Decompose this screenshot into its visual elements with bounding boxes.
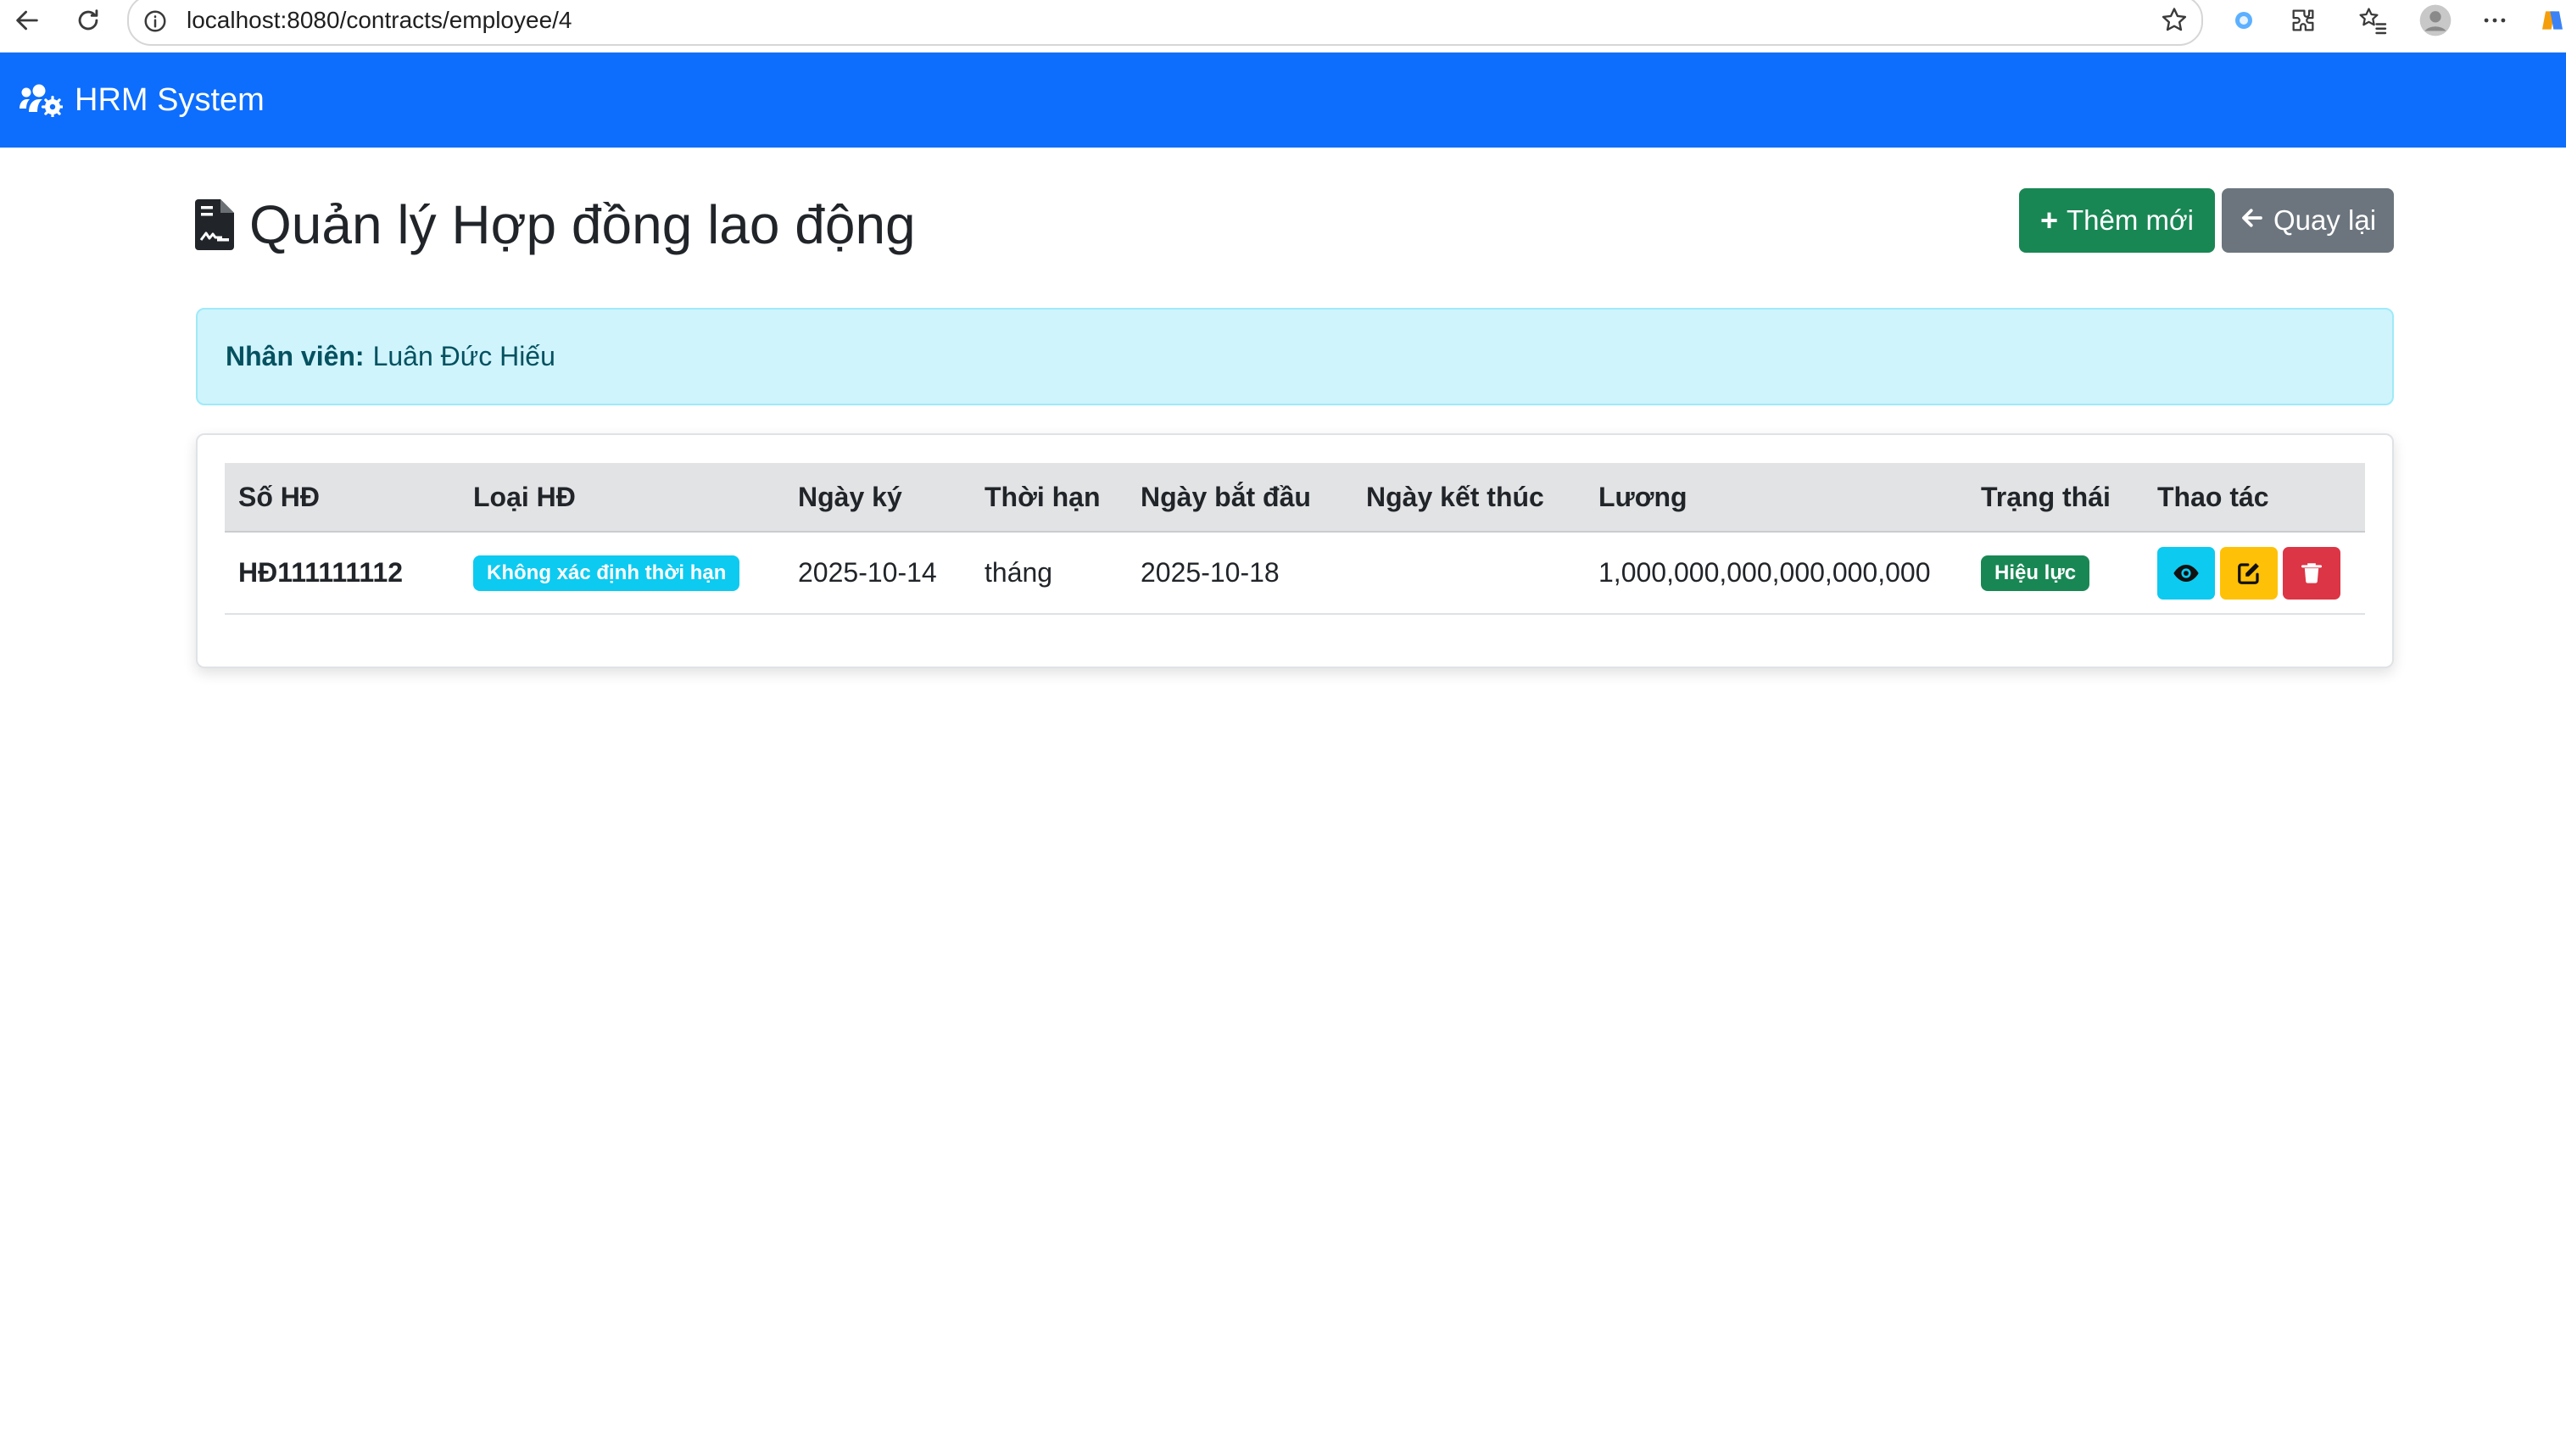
edit-button[interactable] xyxy=(2220,546,2278,600)
col-header-ngay-ket-thuc: Ngày kết thúc xyxy=(1353,463,1585,533)
cell-ngay-ket-thuc xyxy=(1353,532,1585,615)
cell-luong: 1,000,000,000,000,000,000 xyxy=(1585,532,1967,615)
add-contract-button[interactable]: + Thêm mới xyxy=(2019,188,2215,253)
favorites-icon[interactable] xyxy=(2354,0,2391,41)
employee-alert: Nhân viên: Luân Đức Hiếu xyxy=(196,308,2394,405)
cell-loai-hd: Không xác định thời hạn xyxy=(460,532,784,615)
col-header-loai-hd: Loại HĐ xyxy=(460,463,784,533)
address-bar[interactable]: localhost:8080/contracts/employee/4 xyxy=(127,0,2203,46)
reload-icon[interactable] xyxy=(70,0,107,41)
col-header-thao-tac: Thao tác xyxy=(2144,463,2365,533)
table-header-row: Số HĐ Loại HĐ Ngày ký Thời hạn Ngày bắt … xyxy=(225,463,2365,533)
contracts-card: Số HĐ Loại HĐ Ngày ký Thời hạn Ngày bắt … xyxy=(196,433,2394,668)
copilot-icon[interactable] xyxy=(2539,0,2566,41)
col-header-trang-thai: Trạng thái xyxy=(1967,463,2144,533)
employee-label: Nhân viên: xyxy=(226,341,365,371)
col-header-so-hd: Số HĐ xyxy=(225,463,460,533)
arrow-left-icon xyxy=(2240,205,2265,236)
contracts-table: Số HĐ Loại HĐ Ngày ký Thời hạn Ngày bắt … xyxy=(225,463,2365,615)
navbar: HRM System xyxy=(0,53,2566,148)
plus-icon: + xyxy=(2039,203,2059,237)
col-header-luong: Lương xyxy=(1585,463,1967,533)
more-icon[interactable] xyxy=(2476,0,2513,41)
cell-ngay-ky: 2025-10-14 xyxy=(784,532,971,615)
browser-toolbar: localhost:8080/contracts/employee/4 xyxy=(0,0,2566,53)
delete-button[interactable] xyxy=(2283,546,2340,600)
add-button-label: Thêm mới xyxy=(2067,204,2194,236)
table-row: HĐ111111112 Không xác định thời hạn 2025… xyxy=(225,532,2365,615)
brand-link[interactable]: HRM System xyxy=(19,53,265,148)
edit-icon xyxy=(2238,562,2259,584)
trash-icon xyxy=(2301,562,2323,583)
url-text[interactable]: localhost:8080/contracts/employee/4 xyxy=(187,7,572,34)
eye-icon xyxy=(2173,564,2199,582)
brand-text: HRM System xyxy=(75,81,265,118)
back-button[interactable]: Quay lại xyxy=(2222,188,2394,253)
profile-icon[interactable] xyxy=(2417,0,2454,41)
cell-trang-thai: Hiệu lực xyxy=(1967,532,2144,615)
employee-name: Luân Đức Hiếu xyxy=(372,341,555,371)
page-title-text: Quản lý Hợp đồng lao động xyxy=(249,194,916,255)
view-button[interactable] xyxy=(2157,546,2215,600)
cell-so-hd: HĐ111111112 xyxy=(225,532,460,615)
cell-thoi-han: tháng xyxy=(971,532,1127,615)
col-header-thoi-han: Thời hạn xyxy=(971,463,1127,533)
info-icon[interactable] xyxy=(142,8,168,38)
star-icon[interactable] xyxy=(2159,5,2189,40)
col-header-ngay-bat-dau: Ngày bắt đầu xyxy=(1127,463,1353,533)
copilot-extension-icon[interactable] xyxy=(2225,0,2262,41)
cell-ngay-bat-dau: 2025-10-18 xyxy=(1127,532,1353,615)
back-button-label: Quay lại xyxy=(2273,204,2377,236)
cell-thao-tac xyxy=(2144,532,2365,615)
contract-type-badge: Không xác định thời hạn xyxy=(473,555,740,592)
users-cog-icon xyxy=(20,84,63,117)
page-title: Quản lý Hợp đồng lao động xyxy=(195,187,916,263)
extension-icon[interactable] xyxy=(2284,0,2322,41)
back-arrow-icon[interactable] xyxy=(8,0,46,41)
status-badge: Hiệu lực xyxy=(1981,555,2090,592)
col-header-ngay-ky: Ngày ký xyxy=(784,463,971,533)
file-contract-icon xyxy=(195,199,234,250)
